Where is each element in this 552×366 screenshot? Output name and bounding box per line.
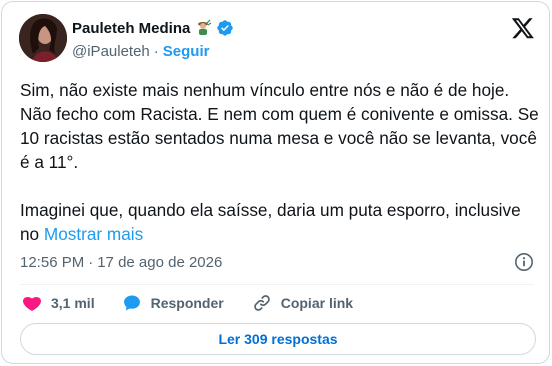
follow-button[interactable]: Seguir: [163, 43, 210, 60]
avatar[interactable]: [19, 14, 67, 62]
like-button[interactable]: 3,1 mil: [22, 293, 95, 313]
woman-farmer-emoji-icon: [194, 19, 212, 37]
tweet-body: Sim, não existe mais nenhum vínculo entr…: [20, 80, 539, 244]
tweet-text: Sim, não existe mais nenhum vínculo entr…: [20, 78, 540, 246]
avatar-photo-icon: [19, 14, 67, 62]
copy-link-button[interactable]: Copiar link: [252, 293, 353, 313]
handle-separator: ·: [153, 42, 159, 60]
read-replies-button[interactable]: Ler 309 respostas: [20, 323, 536, 355]
reply-label: Responder: [150, 295, 224, 311]
author-handle[interactable]: @iPauleteh: [72, 43, 150, 60]
x-logo-icon[interactable]: [510, 16, 536, 40]
reply-button[interactable]: Responder: [122, 293, 224, 313]
tweet-timestamp[interactable]: 12:56 PM · 17 de ago de 2026: [20, 252, 222, 272]
info-icon[interactable]: [514, 252, 534, 272]
verified-badge-icon: [216, 19, 234, 37]
divider: [20, 284, 534, 285]
tweet-date: 17 de ago de 2026: [97, 253, 223, 271]
author-display-name[interactable]: Pauleteh Medina: [72, 20, 190, 37]
like-count: 3,1 mil: [51, 295, 95, 311]
copy-link-label: Copiar link: [280, 295, 354, 311]
tweet-time: 12:56 PM: [20, 253, 85, 271]
heart-icon: [23, 296, 41, 311]
show-more-link[interactable]: Mostrar mais: [44, 224, 143, 244]
action-bar: 3,1 mil Responder Copiar link: [22, 292, 353, 314]
link-icon: [253, 295, 270, 311]
author-handle-row: @iPauleteh · Seguir: [72, 41, 209, 61]
tweet-card: Pauleteh Medina @iPauleteh · Seguir Sim,…: [1, 1, 550, 364]
read-replies-label: Ler 309 respostas: [218, 331, 338, 347]
author-name-row: Pauleteh Medina: [72, 17, 234, 39]
timestamp-separator: ·: [88, 253, 94, 271]
speech-bubble-icon: [123, 295, 140, 311]
